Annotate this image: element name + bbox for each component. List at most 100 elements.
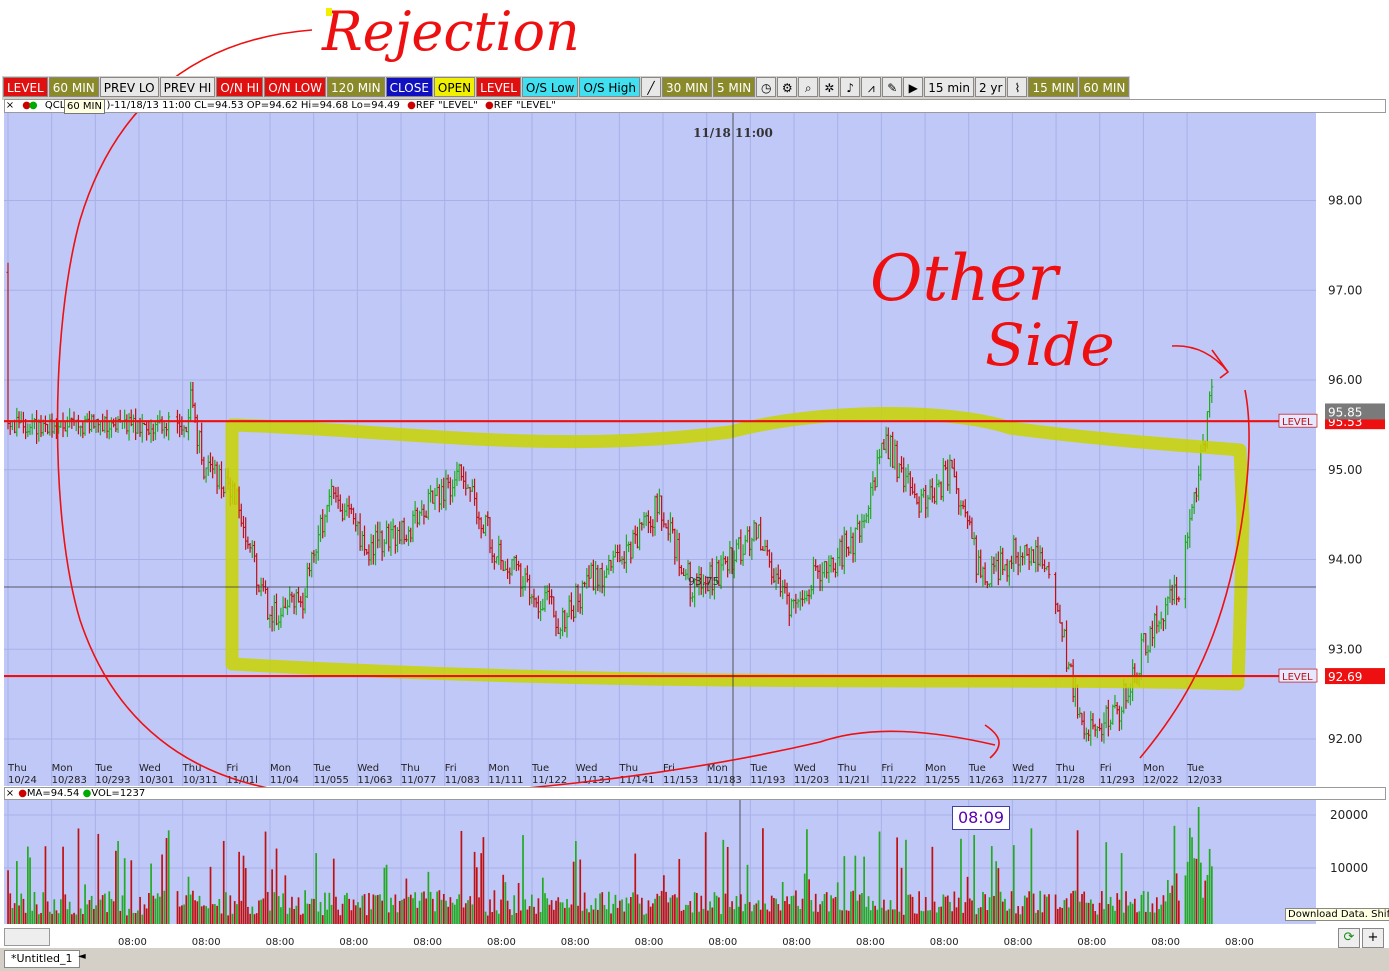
volume-bar-down	[506, 900, 509, 924]
close-icon[interactable]: ×	[5, 100, 15, 112]
tools-icon[interactable]: ✎	[882, 77, 903, 97]
price-tick-label: 98.00	[1328, 194, 1362, 208]
date-label-date: 11/111	[488, 775, 523, 786]
open-button[interactable]: OPEN	[433, 77, 476, 97]
o-n-hi-button[interactable]: O/N HI	[216, 77, 264, 97]
volume-bar-down	[62, 846, 64, 924]
volume-bar-up	[764, 903, 766, 924]
sheet-tab[interactable]: *Untitled_1	[4, 950, 80, 968]
refresh-icon[interactable]: ⟳	[1338, 928, 1360, 948]
date-label-date: 11/277	[1012, 775, 1047, 786]
volume-bar-down	[387, 912, 390, 924]
date-label-day: Fri	[663, 763, 675, 774]
settings-icon[interactable]: ⚙	[777, 77, 798, 97]
volume-bar-down	[819, 904, 821, 924]
volume-bar-up	[927, 910, 929, 924]
prev-lo-button[interactable]: PREV LO	[99, 77, 159, 97]
alert-icon[interactable]: ♪	[840, 77, 861, 97]
horizontal-scroll-thumb[interactable]	[4, 928, 50, 946]
volume-bar-down	[416, 907, 419, 924]
zoom-in-button[interactable]: +	[1362, 928, 1384, 948]
15-min-button[interactable]: 15 min	[924, 77, 974, 97]
volume-bar-up	[436, 891, 439, 924]
volume-bar-down	[808, 879, 810, 924]
volume-bar-up	[685, 904, 687, 924]
volume-bar-up	[803, 873, 806, 924]
volume-bar-up	[1131, 903, 1134, 924]
volume-bar-down	[768, 911, 771, 924]
volume-bar-up	[1208, 848, 1211, 924]
o-s-low-button[interactable]: O/S Low	[521, 77, 579, 97]
zoom-icon[interactable]: ⌕	[798, 77, 819, 97]
volume-bar-down	[253, 914, 256, 924]
chart-line-icon[interactable]: ⌇	[1007, 77, 1028, 97]
level-tag-label: LEVEL	[1282, 672, 1313, 683]
volume-bar-down	[674, 894, 676, 924]
volume-bar-down	[148, 893, 150, 924]
volume-bar-down	[363, 894, 366, 924]
close-button[interactable]: CLOSE	[385, 77, 433, 97]
2-yr-button[interactable]: 2 yr	[974, 77, 1007, 97]
chart-icon[interactable]: ⩘	[861, 77, 882, 97]
60-min-button[interactable]: 60 MIN	[48, 77, 99, 97]
date-label-date: 11/193	[750, 775, 785, 786]
volume-bar-down	[832, 898, 835, 924]
volume-bar-up	[427, 871, 430, 924]
volume-bar-down	[271, 869, 273, 924]
chart-canvas[interactable]: LEVEL 95.53LEVEL 92.6995.85 11/18 11:0093.…	[0, 0, 1389, 971]
volume-bar-up	[861, 893, 863, 924]
date-label-date: 11/04	[270, 775, 299, 786]
volume-bar-down	[486, 915, 489, 924]
volume-bar-up	[1039, 890, 1042, 924]
vol-readout: VOL=1237	[91, 788, 146, 799]
annotation-side: Side	[985, 311, 1115, 379]
volume-bar-down	[337, 909, 340, 924]
volume-bar-down	[449, 897, 452, 924]
volume-bar-down	[940, 906, 943, 924]
date-label-day: Tue	[749, 763, 767, 774]
volume-bar-down	[874, 905, 876, 924]
volume-bar-down	[13, 903, 16, 924]
volume-tick-label: 10000	[1330, 861, 1368, 875]
price-tick-label: 93.00	[1328, 642, 1362, 656]
volume-bar-up	[867, 896, 870, 924]
volume-bar-down	[966, 876, 969, 924]
volume-bar-up	[799, 908, 802, 924]
play-icon[interactable]: ▶	[903, 77, 924, 97]
level-button[interactable]: LEVEL	[3, 77, 48, 97]
volume-bar-up	[539, 912, 542, 924]
volume-bar-down	[779, 910, 782, 924]
o-n-low-button[interactable]: O/N LOW	[264, 77, 327, 97]
volume-bar-down	[143, 904, 146, 924]
volume-bar-up	[1184, 875, 1187, 924]
o-s-high-button[interactable]: O/S High	[579, 77, 640, 97]
clock-icon[interactable]: ◷	[756, 77, 777, 97]
volume-bar-up	[49, 911, 51, 924]
volume-bar-down	[570, 904, 573, 924]
volume-bar-down	[209, 866, 212, 924]
line-tool-icon[interactable]: ╱	[640, 77, 661, 97]
volume-bar-down	[610, 913, 612, 924]
volume-bar-up	[117, 841, 119, 924]
30-min-button[interactable]: 30 MIN	[661, 77, 712, 97]
60-min-button[interactable]: 60 MIN	[1079, 77, 1130, 97]
volume-bar-up	[495, 910, 498, 924]
volume-bar-up	[599, 893, 601, 924]
volume-bar-down	[1017, 906, 1020, 924]
close-icon[interactable]: ×	[5, 788, 15, 800]
scroll-left-icon[interactable]: ◄	[78, 951, 86, 962]
120-min-button[interactable]: 120 MIN	[327, 77, 385, 97]
volume-bar-down	[350, 910, 353, 924]
5-min-button[interactable]: 5 MIN	[712, 77, 756, 97]
volume-bar-down	[469, 896, 472, 924]
prev-hi-button[interactable]: PREV HI	[159, 77, 216, 97]
volume-bar-down	[40, 912, 42, 924]
volume-bar-up	[658, 895, 661, 924]
volume-bar-down	[77, 828, 80, 924]
gear-icon[interactable]: ✲	[819, 77, 840, 97]
volume-bar-down	[535, 913, 538, 924]
volume-bar-down	[834, 896, 837, 924]
volume-bar-up	[511, 914, 513, 924]
level-button[interactable]: LEVEL	[476, 77, 521, 97]
15-min-button[interactable]: 15 MIN	[1028, 77, 1079, 97]
